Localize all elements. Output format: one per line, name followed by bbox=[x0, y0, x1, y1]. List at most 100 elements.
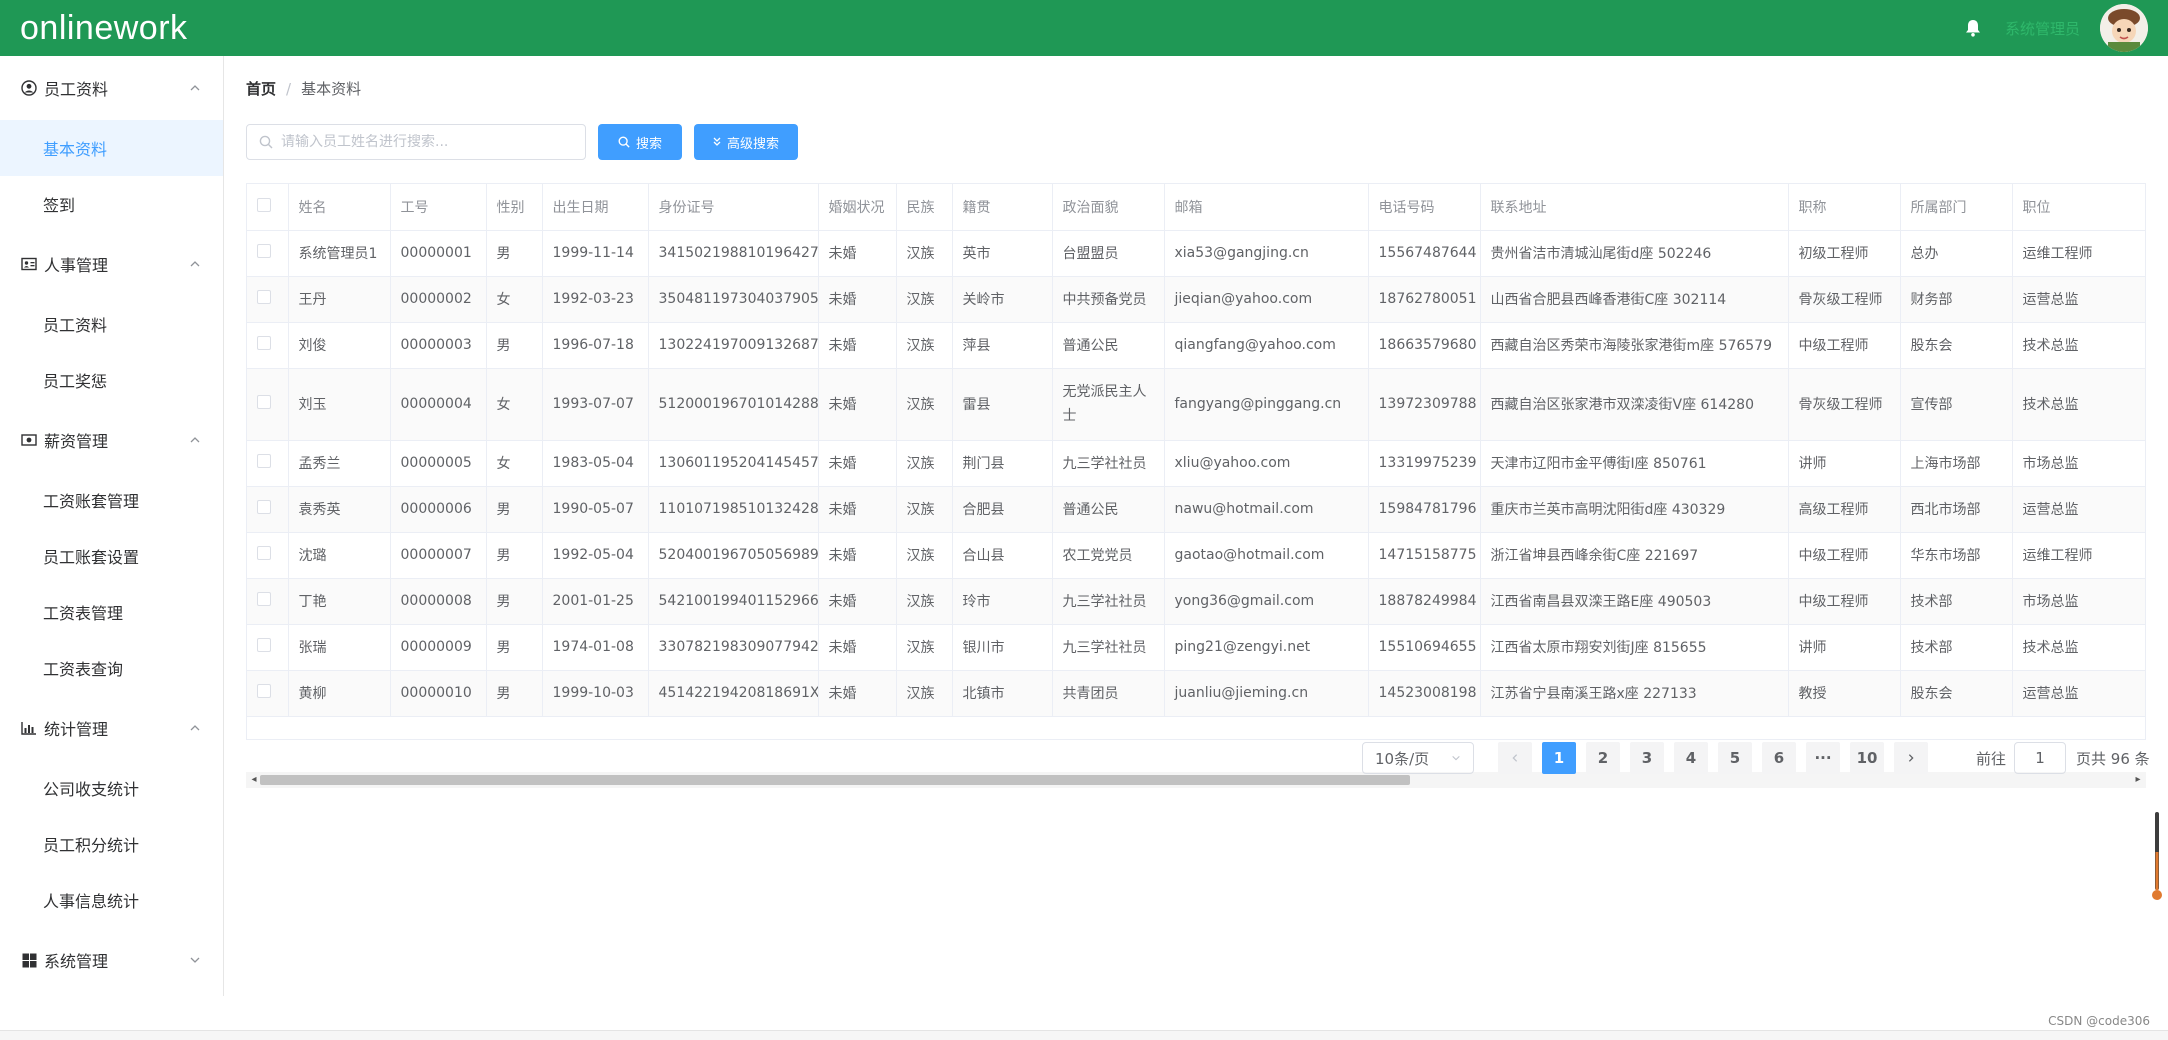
menu-group-system[interactable]: 系统管理 bbox=[0, 928, 223, 992]
row-checkbox[interactable] bbox=[247, 322, 289, 369]
select-all-checkbox[interactable] bbox=[247, 184, 289, 231]
user-circle-icon bbox=[20, 79, 38, 97]
total-count: 页共 96 条 bbox=[2076, 749, 2150, 768]
double-chevron-down-icon bbox=[713, 137, 721, 146]
breadcrumb-home[interactable]: 首页 bbox=[246, 78, 276, 99]
chevron-down-icon bbox=[190, 957, 200, 963]
table-cell: 15510694655 bbox=[1368, 624, 1481, 671]
row-checkbox[interactable] bbox=[247, 230, 289, 277]
search-input[interactable] bbox=[281, 134, 571, 150]
menu-group-label: 员工资料 bbox=[44, 80, 109, 99]
sidebar-item-payroll-manage[interactable]: 工资表管理 bbox=[0, 584, 223, 640]
table-cell: juanliu@jieming.cn bbox=[1164, 670, 1369, 717]
table-cell: 汉族 bbox=[896, 578, 953, 625]
table-cell: 1990-05-07 bbox=[542, 486, 649, 533]
advanced-search-button[interactable]: 高级搜索 bbox=[694, 124, 798, 160]
column-header: 性别 bbox=[486, 184, 543, 231]
search-input-wrapper[interactable] bbox=[246, 124, 586, 160]
row-checkbox[interactable] bbox=[247, 532, 289, 579]
page-button[interactable]: 3 bbox=[1630, 742, 1664, 774]
table-cell: 宣传部 bbox=[1900, 368, 2013, 441]
table-cell: 骨灰级工程师 bbox=[1788, 276, 1901, 323]
menu-group-hr[interactable]: 人事管理 bbox=[0, 232, 223, 296]
search-icon bbox=[259, 135, 273, 149]
table-cell: 股东会 bbox=[1900, 670, 2013, 717]
table-cell: 农工党党员 bbox=[1052, 532, 1165, 579]
table-cell: 18762780051 bbox=[1368, 276, 1481, 323]
avatar[interactable] bbox=[2100, 4, 2148, 52]
row-checkbox[interactable] bbox=[247, 440, 289, 487]
table-cell: 普通公民 bbox=[1052, 322, 1165, 369]
sidebar-item-label: 员工奖惩 bbox=[43, 372, 108, 391]
page-button[interactable]: 5 bbox=[1718, 742, 1752, 774]
sidebar-item-points-stats[interactable]: 员工积分统计 bbox=[0, 816, 223, 872]
sidebar-item-rewards[interactable]: 员工奖惩 bbox=[0, 352, 223, 408]
table-cell: 运维工程师 bbox=[2012, 532, 2145, 579]
more-pages-button[interactable]: ··· bbox=[1806, 742, 1840, 774]
sidebar-item-label: 工资表查询 bbox=[43, 660, 124, 679]
table-cell: 00000001 bbox=[390, 230, 487, 277]
table-cell: 男 bbox=[486, 322, 543, 369]
bell-icon[interactable] bbox=[1961, 16, 1985, 40]
row-checkbox[interactable] bbox=[247, 578, 289, 625]
bottom-strip bbox=[0, 1030, 2168, 1040]
table-cell: 汉族 bbox=[896, 624, 953, 671]
table-cell: 未婚 bbox=[818, 368, 897, 441]
sidebar-item-checkin[interactable]: 签到 bbox=[0, 176, 223, 232]
table-cell: 普通公民 bbox=[1052, 486, 1165, 533]
menu-group-employee-info[interactable]: 员工资料 bbox=[0, 56, 223, 120]
sidebar-item-employee-info[interactable]: 员工资料 bbox=[0, 296, 223, 352]
table-cell: 汉族 bbox=[896, 276, 953, 323]
horizontal-scrollbar[interactable]: ◂ ▸ bbox=[246, 772, 2146, 788]
table-row: 丁艳 00000008 男 2001-01-25 542100199401152… bbox=[247, 578, 2145, 625]
table-cell: 汉族 bbox=[896, 670, 953, 717]
menu-group-label: 人事管理 bbox=[44, 256, 109, 275]
prev-page-button[interactable] bbox=[1498, 742, 1532, 774]
search-bar: 搜索 高级搜索 bbox=[246, 124, 798, 160]
sidebar-item-hr-stats[interactable]: 人事信息统计 bbox=[0, 872, 223, 928]
table-cell: 系统管理员1 bbox=[288, 230, 391, 277]
menu-group-salary[interactable]: 薪资管理 bbox=[0, 408, 223, 472]
table-row: 袁秀英 00000006 男 1990-05-07 11010719851013… bbox=[247, 486, 2145, 533]
row-checkbox[interactable] bbox=[247, 368, 289, 441]
page-button[interactable]: 2 bbox=[1586, 742, 1620, 774]
search-button[interactable]: 搜索 bbox=[598, 124, 682, 160]
main-content: 首页 / 基本资料 搜索 高级搜索 姓名 bbox=[224, 56, 2168, 1040]
sidebar-item-basic-info[interactable]: 基本资料 bbox=[0, 120, 223, 176]
scroll-right-icon[interactable]: ▸ bbox=[2132, 774, 2144, 786]
page-button[interactable]: 4 bbox=[1674, 742, 1708, 774]
user-name[interactable]: 系统管理员 bbox=[2005, 18, 2080, 39]
column-header: 出生日期 bbox=[542, 184, 649, 231]
app-title: onlinework bbox=[20, 8, 188, 47]
row-checkbox[interactable] bbox=[247, 276, 289, 323]
sidebar-item-salary-sets[interactable]: 工资账套管理 bbox=[0, 472, 223, 528]
row-checkbox[interactable] bbox=[247, 486, 289, 533]
table-cell: 130601195204145457 bbox=[648, 440, 819, 487]
sidebar-item-company-stats[interactable]: 公司收支统计 bbox=[0, 760, 223, 816]
sidebar-item-payroll-query[interactable]: 工资表查询 bbox=[0, 640, 223, 696]
table-cell: 00000007 bbox=[390, 532, 487, 579]
table-cell: 00000006 bbox=[390, 486, 487, 533]
table-cell: 江西省太原市翔安刘街J座 815655 bbox=[1480, 624, 1789, 671]
table-cell: 萍县 bbox=[952, 322, 1053, 369]
table-cell: 天津市辽阳市金平傅街I座 850761 bbox=[1480, 440, 1789, 487]
table-cell: 汉族 bbox=[896, 532, 953, 579]
page-button[interactable]: 10 bbox=[1850, 742, 1884, 774]
table-row: 张瑞 00000009 男 1974-01-08 330782198309077… bbox=[247, 624, 2145, 671]
menu-group-statistics[interactable]: 统计管理 bbox=[0, 696, 223, 760]
page-button[interactable]: 6 bbox=[1762, 742, 1796, 774]
page-button[interactable]: 1 bbox=[1542, 742, 1576, 774]
id-card-icon bbox=[20, 255, 38, 273]
chevron-up-icon bbox=[190, 725, 200, 731]
next-page-button[interactable] bbox=[1894, 742, 1928, 774]
page-size-select[interactable]: 10条/页 bbox=[1362, 742, 1474, 774]
sidebar-item-employee-sets[interactable]: 员工账套设置 bbox=[0, 528, 223, 584]
row-checkbox[interactable] bbox=[247, 624, 289, 671]
table-cell: 520400196705056989 bbox=[648, 532, 819, 579]
scrollbar-thumb[interactable] bbox=[260, 775, 1410, 785]
goto-page-input[interactable]: 1 bbox=[2014, 742, 2067, 774]
table-cell: 女 bbox=[486, 276, 543, 323]
row-checkbox[interactable] bbox=[247, 670, 289, 717]
table-row: 王丹 00000002 女 1992-03-23 350481197304037… bbox=[247, 276, 2145, 323]
scroll-left-icon[interactable]: ◂ bbox=[248, 774, 260, 786]
